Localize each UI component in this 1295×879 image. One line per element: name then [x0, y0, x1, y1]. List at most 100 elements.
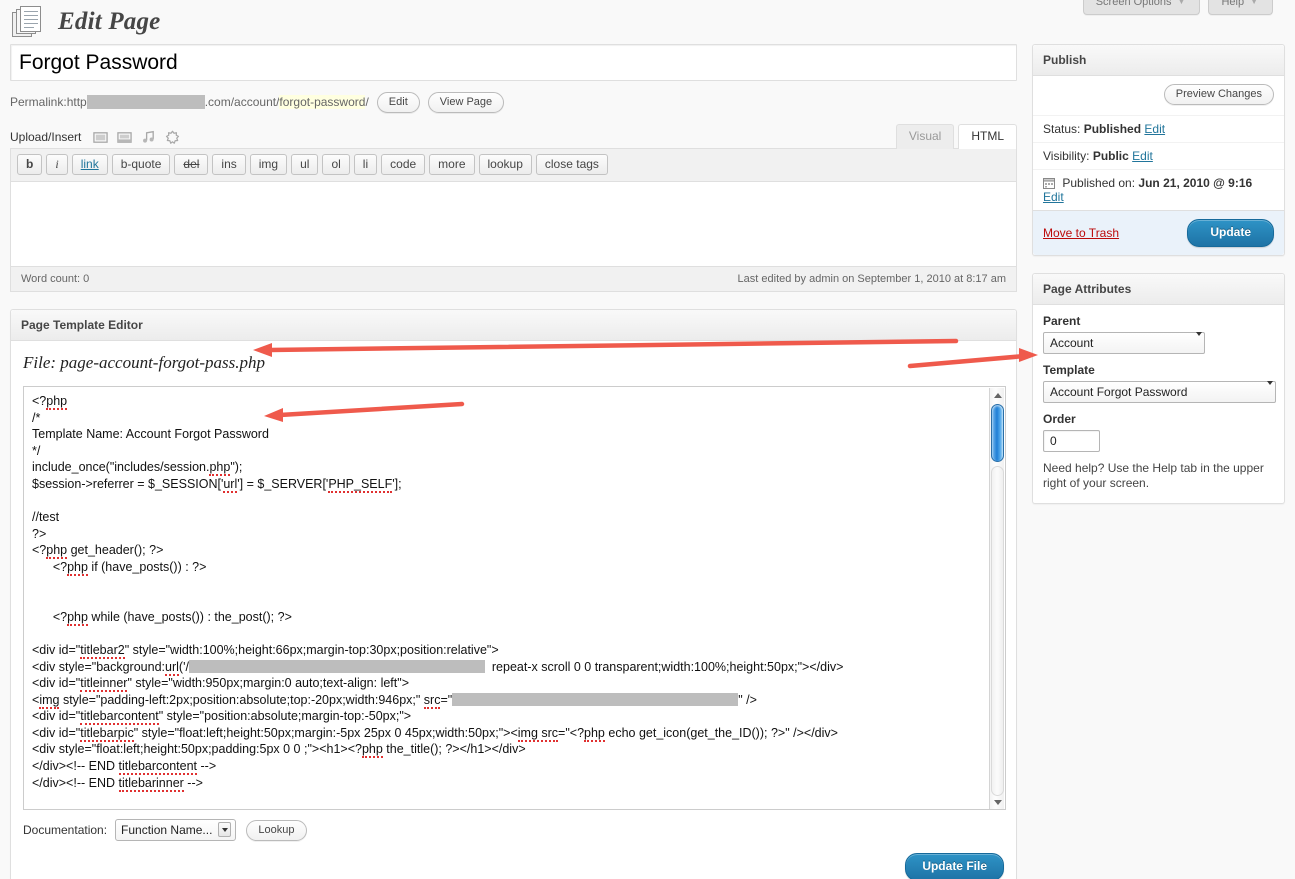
quicktag-b-quote[interactable]: b-quote: [111, 154, 171, 175]
page-title: Edit Page: [58, 8, 161, 35]
update-file-button[interactable]: Update File: [905, 853, 1004, 879]
quicktag-b[interactable]: b: [17, 154, 43, 175]
template-submit-row: Update File: [23, 841, 1004, 879]
sidebar-column: Publish Preview Changes Status: Publishe…: [1032, 44, 1285, 521]
help-label: Help: [1221, 0, 1245, 8]
permalink-prefix: http: [66, 95, 87, 109]
permalink-label: Permalink:: [10, 95, 67, 109]
upload-insert-label: Upload/Insert: [10, 130, 82, 144]
chevron-down-icon: [1196, 332, 1202, 350]
status-value: Published: [1083, 122, 1142, 136]
tab-html[interactable]: HTML: [958, 124, 1017, 149]
add-video-icon[interactable]: [117, 130, 133, 145]
lookup-button[interactable]: Lookup: [246, 819, 307, 841]
scrollbar-track[interactable]: [991, 466, 1004, 796]
edit-permalink-button[interactable]: Edit: [376, 91, 420, 113]
help-tab[interactable]: Help ▼: [1208, 0, 1273, 15]
documentation-label: Documentation:: [23, 823, 108, 837]
permalink-row: Permalink: http .com/account/ forgot-pas…: [10, 91, 1017, 113]
template-code-textarea[interactable]: <?php /* Template Name: Account Forgot P…: [23, 386, 1006, 810]
scroll-down-arrow-icon[interactable]: [990, 795, 1005, 809]
published-on-row: Published on: Jun 21, 2010 @ 9:16 Edit: [1033, 169, 1284, 210]
documentation-select[interactable]: Function Name...: [115, 819, 237, 841]
edit-visibility-link[interactable]: Edit: [1132, 149, 1153, 163]
chevron-down-icon: [1267, 381, 1273, 399]
media-buttons-row: Upload/Insert Visual HTML: [10, 124, 1017, 149]
template-file-label: File: page-account-forgot-pass.php: [23, 353, 266, 372]
quicktag-ul[interactable]: ul: [291, 154, 319, 175]
page-template-editor-inside: File: page-account-forgot-pass.php <?php…: [11, 341, 1016, 879]
permalink-slug: forgot-password: [279, 95, 366, 109]
page-attributes-inside: Parent Account Template Account Forgot P…: [1033, 305, 1284, 503]
parent-label: Parent: [1043, 314, 1081, 328]
add-audio-icon[interactable]: [141, 130, 156, 145]
quicktag-close-tags[interactable]: close tags: [535, 154, 608, 175]
permalink-domain-redacted: [86, 95, 205, 109]
page-heading: Edit Page: [12, 0, 160, 44]
calendar-icon: [1043, 178, 1055, 189]
page-template-editor-box: Page Template Editor File: page-account-…: [10, 309, 1017, 879]
chevron-down-icon: ▼: [1250, 0, 1258, 6]
publish-box: Publish Preview Changes Status: Publishe…: [1032, 44, 1285, 256]
page-attributes-help-text: Need help? Use the Help tab in the upper…: [1043, 461, 1264, 490]
quicktag-lookup[interactable]: lookup: [478, 154, 532, 175]
editor-mode-tabs: Visual HTML: [892, 124, 1017, 149]
permalink-trailing-slash: /: [365, 95, 369, 109]
main-column: Permalink: http .com/account/ forgot-pas…: [10, 44, 1017, 879]
edit-published-date-link[interactable]: Edit: [1043, 190, 1064, 204]
visibility-label: Visibility:: [1043, 149, 1090, 163]
parent-select[interactable]: Account: [1043, 332, 1205, 354]
screen-meta-links: Screen Options ▼ Help ▼: [1082, 0, 1273, 15]
editor-status-bar: Word count: 0 Last edited by admin on Se…: [11, 266, 1016, 291]
publish-box-title: Publish: [1033, 45, 1284, 76]
post-title-input[interactable]: [10, 44, 1017, 81]
quicktag-code[interactable]: code: [381, 154, 426, 175]
published-on-label: Published on:: [1062, 176, 1136, 190]
order-label: Order: [1043, 412, 1076, 426]
code-editor-wrap: <?php /* Template Name: Account Forgot P…: [23, 386, 1006, 810]
quicktag-img[interactable]: img: [249, 154, 288, 175]
scrollbar-thumb[interactable]: [991, 404, 1004, 462]
quicktag-del[interactable]: del: [174, 154, 209, 175]
visibility-value: Public: [1092, 149, 1129, 163]
quicktag-ins[interactable]: ins: [212, 154, 246, 175]
documentation-row: Documentation: Function Name... Lookup: [23, 819, 1004, 841]
published-on-value: Jun 21, 2010 @ 9:16: [1138, 176, 1253, 190]
quicktag-i[interactable]: i: [46, 154, 68, 175]
quicktag-more[interactable]: more: [429, 154, 475, 175]
parent-select-value: Account: [1050, 336, 1094, 350]
view-page-button[interactable]: View Page: [427, 91, 505, 113]
chevron-down-icon: [218, 822, 232, 837]
template-code-content: <?php /* Template Name: Account Forgot P…: [32, 394, 844, 809]
edit-status-link[interactable]: Edit: [1144, 122, 1165, 136]
page-attributes-title: Page Attributes: [1033, 274, 1284, 305]
page-icon: [12, 5, 46, 39]
publish-minor-actions: Preview Changes: [1033, 76, 1284, 115]
scroll-up-arrow-icon[interactable]: [990, 388, 1005, 403]
documentation-select-value: Function Name...: [121, 822, 213, 837]
post-editor: b i link b-quote del ins img ul ol li co…: [10, 148, 1017, 292]
media-icons: [93, 130, 180, 145]
tab-visual[interactable]: Visual: [895, 124, 955, 149]
code-editor-scrollbar[interactable]: [989, 388, 1005, 809]
word-count: Word count: 0: [21, 273, 90, 285]
quicktag-link[interactable]: link: [71, 154, 108, 175]
add-media-icon[interactable]: [165, 130, 180, 145]
last-edited-text: Last edited by admin on September 1, 201…: [737, 273, 1006, 285]
screen-options-tab[interactable]: Screen Options ▼: [1082, 0, 1201, 15]
status-label: Status:: [1043, 122, 1081, 136]
publish-major-actions: Move to Trash Update: [1033, 210, 1284, 255]
preview-changes-button[interactable]: Preview Changes: [1163, 84, 1274, 105]
post-content-textarea[interactable]: [11, 182, 1016, 266]
add-image-icon[interactable]: [93, 130, 109, 145]
update-button[interactable]: Update: [1187, 219, 1274, 247]
template-select-value: Account Forgot Password: [1050, 385, 1188, 399]
status-row: Status: Published Edit: [1033, 115, 1284, 142]
quicktag-li[interactable]: li: [353, 154, 378, 175]
move-to-trash-link[interactable]: Move to Trash: [1043, 226, 1119, 240]
quicktag-ol[interactable]: ol: [322, 154, 350, 175]
template-select[interactable]: Account Forgot Password: [1043, 381, 1276, 403]
permalink-path: .com/account/: [204, 95, 280, 109]
quicktags-toolbar: b i link b-quote del ins img ul ol li co…: [11, 149, 1016, 182]
order-input[interactable]: 0: [1043, 430, 1100, 452]
